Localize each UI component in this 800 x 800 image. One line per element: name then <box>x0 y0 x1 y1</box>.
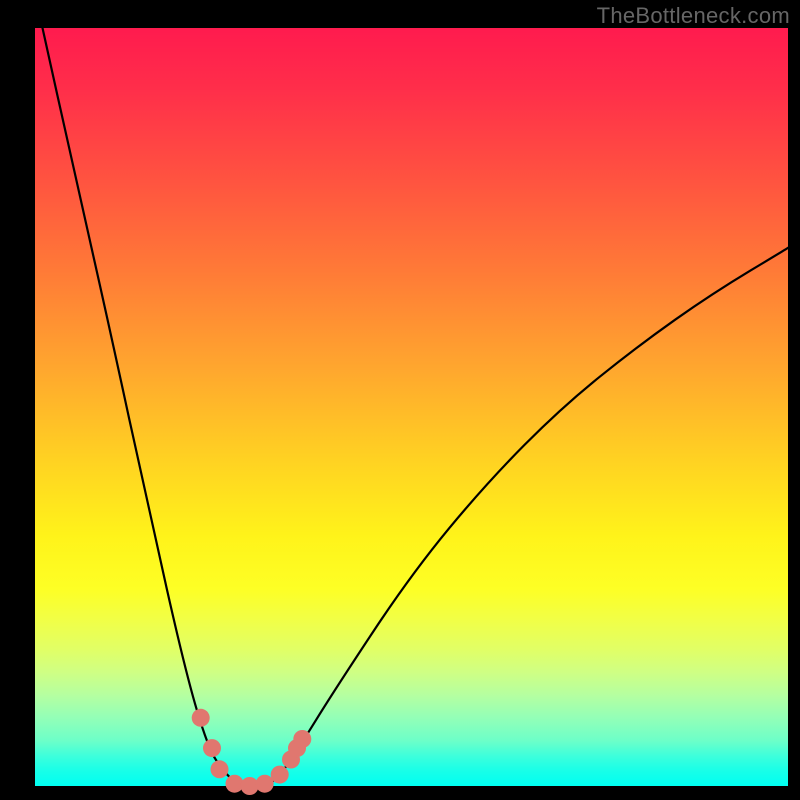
marker-group <box>192 709 312 795</box>
watermark-text: TheBottleneck.com <box>597 3 790 29</box>
bottleneck-curve <box>43 28 789 786</box>
chart-svg <box>35 28 788 786</box>
data-marker <box>271 766 289 784</box>
chart-frame: TheBottleneck.com <box>0 0 800 800</box>
data-marker <box>211 760 229 778</box>
data-marker <box>293 730 311 748</box>
data-marker <box>203 739 221 757</box>
plot-area <box>35 28 788 786</box>
data-marker <box>256 775 274 793</box>
data-marker <box>241 777 259 795</box>
data-marker <box>192 709 210 727</box>
data-marker <box>226 775 244 793</box>
